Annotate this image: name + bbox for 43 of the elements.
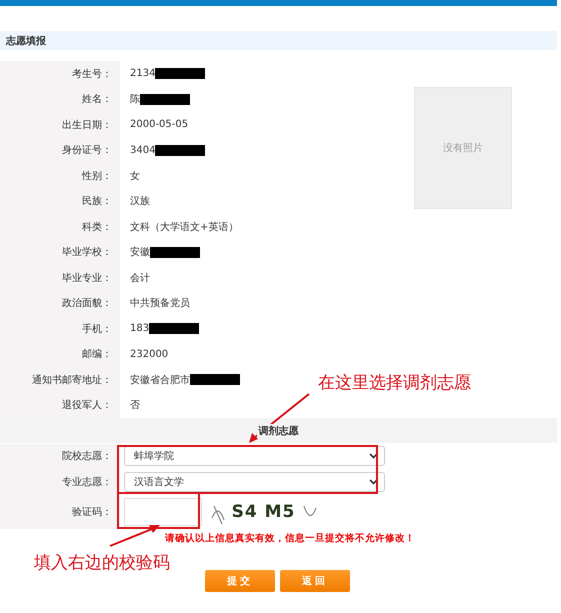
annotation-text: 填入右边的校验码 xyxy=(34,552,170,574)
field-value: 3404 xyxy=(130,144,156,156)
field-value: 女 xyxy=(130,170,140,183)
placeholder-text: 没有照片 xyxy=(443,142,483,155)
field-value: 文科（大学语文+英语） xyxy=(130,220,238,234)
field-label: 身份证号： xyxy=(62,144,112,158)
field-label: 科类： xyxy=(82,220,112,234)
field-value: 安徽 xyxy=(130,246,150,260)
warning-text: 请确认以上信息真实有效，信息一旦提交将不允许修改！ xyxy=(165,533,415,544)
section-title: 志愿填报 xyxy=(6,34,46,48)
field-label: 院校志愿： xyxy=(62,450,112,464)
dropdown[interactable]: 汉语言文学 xyxy=(124,472,385,492)
captcha-input[interactable] xyxy=(124,498,202,526)
field-value: 会计 xyxy=(130,272,150,285)
field-value: 183 xyxy=(130,323,150,334)
field-value: 2000-05-05 xyxy=(130,119,188,130)
field-value: 中共预备党员 xyxy=(130,296,190,310)
field-label: 民族： xyxy=(82,194,112,208)
dropdown[interactable]: 蚌埠学院 xyxy=(124,446,385,466)
field-label: 退役军人： xyxy=(62,398,112,412)
field-value: 2134 xyxy=(130,68,156,80)
annotation-text: 在这里选择调剂志愿 xyxy=(318,372,471,394)
field-label: 邮编： xyxy=(82,348,112,362)
arrow xyxy=(108,524,162,548)
caret-icon xyxy=(369,453,378,460)
field-label: 性别： xyxy=(82,170,112,183)
field-label: 手机： xyxy=(82,322,112,336)
section-header: 调剂志愿 xyxy=(256,424,300,438)
caret-icon xyxy=(369,478,378,485)
field-value: 安徽省合肥市 xyxy=(130,374,190,387)
field-value: 汉族 xyxy=(130,194,150,208)
field-value: 陈 xyxy=(130,93,140,106)
field-label: 政治面貌： xyxy=(62,297,112,310)
field-label: 考生号： xyxy=(72,68,112,81)
field-value: 否 xyxy=(130,399,140,412)
field-label: 验证码： xyxy=(72,506,112,518)
field-label: 姓名： xyxy=(82,93,112,106)
field-label: 毕业学校： xyxy=(62,246,112,260)
field-label: 出生日期： xyxy=(62,118,112,132)
field-label: 通知书邮寄地址： xyxy=(32,374,112,387)
field-label: 专业志愿： xyxy=(62,476,112,489)
field-label: 毕业专业： xyxy=(62,272,112,285)
field-value: 232000 xyxy=(130,348,168,360)
